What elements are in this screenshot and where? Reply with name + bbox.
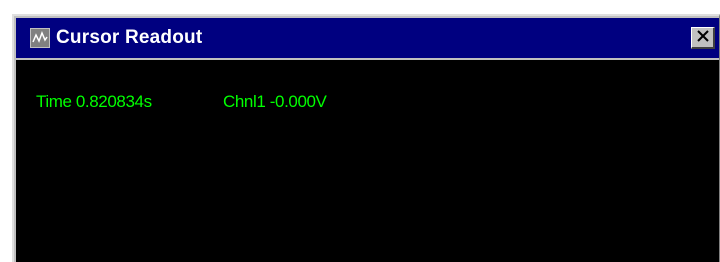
channel-label: Chnl1 (223, 92, 266, 111)
cursor-readout-window: Cursor Readout Time 0.820834s Chnl1 -0.0… (12, 14, 720, 262)
time-readout: Time 0.820834s (36, 92, 152, 112)
close-icon (696, 29, 709, 47)
time-value: 0.820834s (75, 92, 152, 111)
channel-value: -0.000V (269, 92, 327, 111)
readout-display: Time 0.820834s Chnl1 -0.000V (16, 60, 719, 262)
desktop-background: Cursor Readout Time 0.820834s Chnl1 -0.0… (0, 0, 720, 262)
title-bar[interactable]: Cursor Readout (16, 18, 719, 58)
waveform-icon (30, 28, 50, 48)
window-title: Cursor Readout (56, 27, 203, 48)
close-button[interactable] (691, 27, 715, 49)
time-label: Time (36, 92, 72, 111)
channel-readout: Chnl1 -0.000V (223, 92, 327, 112)
